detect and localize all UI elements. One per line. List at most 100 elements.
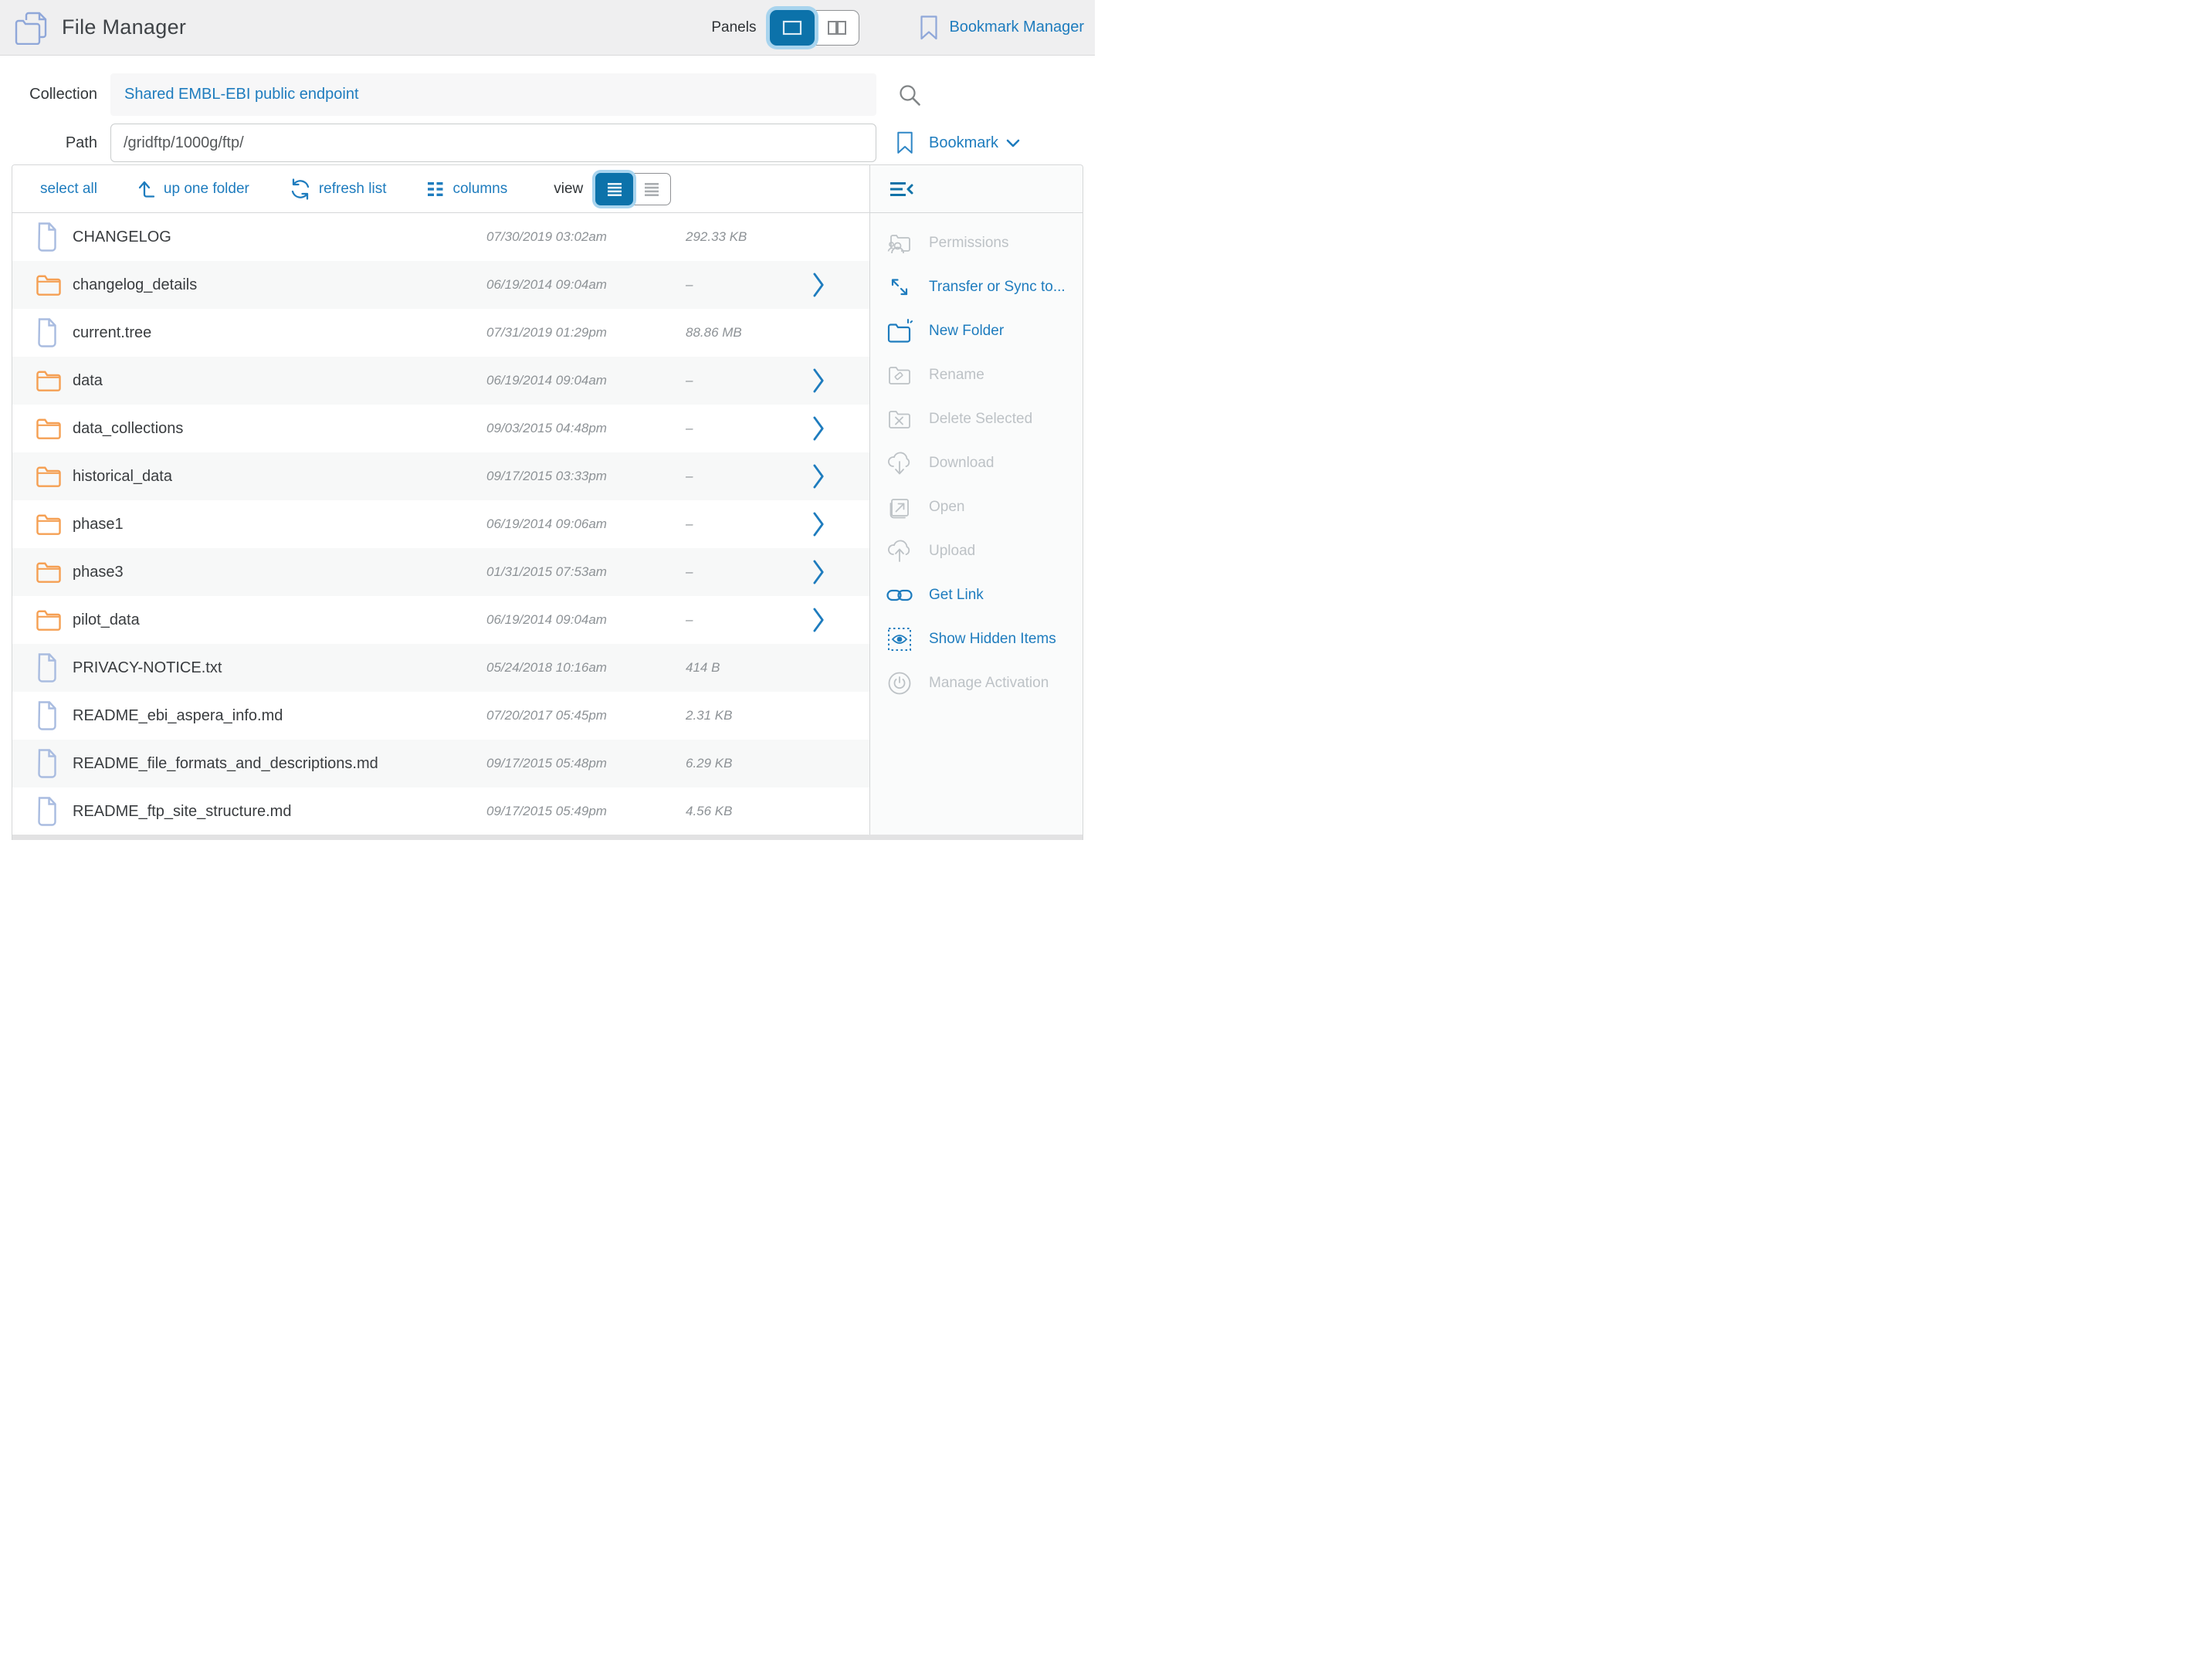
file-size: – [686,612,813,628]
select-all-button[interactable]: select all [40,181,97,198]
path-input[interactable]: /gridftp/1000g/ftp/ [110,124,876,162]
collection-field[interactable]: Shared EMBL-EBI public endpoint [110,73,876,116]
sidebar-item-open: Open [870,485,1083,529]
table-row[interactable]: pilot_data 06/19/2014 09:04am – [12,596,869,644]
up-one-folder-label: up one folder [164,181,249,198]
collection-label: Collection [0,86,97,103]
bookmark-manager-link[interactable]: Bookmark Manager [920,15,1084,40]
file-icon [36,797,73,826]
dual-panel-button[interactable] [815,10,859,46]
table-row[interactable]: README_ebi_aspera_info.md 07/20/2017 05:… [12,692,869,740]
chevron-right-icon[interactable] [813,272,845,298]
search-icon[interactable] [898,83,921,107]
list-view-button[interactable] [595,173,633,205]
chevron-right-icon[interactable] [813,368,845,394]
bookmark-manager-label: Bookmark Manager [949,19,1084,36]
file-size: 292.33 KB [686,229,813,245]
link-icon [886,586,913,605]
file-name: data [73,372,486,390]
file-modified-date: 06/19/2014 09:04am [486,277,686,293]
sidebar-item-show-hidden-items[interactable]: Show Hidden Items [870,617,1083,661]
file-modified-date: 07/20/2017 05:45pm [486,708,686,723]
sidebar-item-label: Permissions [929,235,1008,252]
file-name: PRIVACY-NOTICE.txt [73,659,486,677]
file-name: README_ftp_site_structure.md [73,803,486,821]
condensed-view-button[interactable] [633,173,671,205]
file-icon [36,653,73,682]
file-manager-icon [14,11,49,45]
folder-icon [36,561,73,584]
sidebar-item-label: Upload [929,543,975,560]
actions-sidebar: Permissions Transfer or Sync to... New F… [869,165,1083,840]
view-toggle [595,173,671,205]
bookmark-dropdown[interactable]: Bookmark [896,131,1020,154]
file-modified-date: 09/17/2015 05:48pm [486,756,686,771]
table-row[interactable]: data 06/19/2014 09:04am – [12,357,869,405]
open-icon [886,495,913,520]
file-size: – [686,373,813,388]
sidebar-header [870,165,1083,213]
file-name: pilot_data [73,611,486,629]
table-row[interactable]: data_collections 09/03/2015 04:48pm – [12,405,869,452]
file-size: 2.31 KB [686,708,813,723]
refresh-list-button[interactable]: refresh list [290,178,387,200]
panels-toggle [770,10,859,46]
file-modified-date: 07/30/2019 03:02am [486,229,686,245]
path-label: Path [0,134,97,152]
table-row[interactable]: current.tree 07/31/2019 01:29pm 88.86 MB [12,309,869,357]
folder-icon [36,417,73,440]
path-value: /gridftp/1000g/ftp/ [124,134,244,152]
up-arrow-icon [137,180,156,198]
sidebar-item-download: Download [870,441,1083,485]
file-name: phase3 [73,564,486,581]
sidebar-item-new-folder[interactable]: New Folder [870,309,1083,353]
bookmark-icon [920,15,938,40]
collection-value: Shared EMBL-EBI public endpoint [124,86,359,103]
file-modified-date: 06/19/2014 09:06am [486,517,686,532]
file-size: – [686,517,813,532]
file-modified-date: 07/31/2019 01:29pm [486,325,686,340]
table-row[interactable]: README_file_formats_and_descriptions.md … [12,740,869,788]
chevron-right-icon[interactable] [813,607,845,633]
sidebar-item-rename: Rename [870,353,1083,397]
eye-icon [886,627,913,652]
table-row[interactable]: PRIVACY-NOTICE.txt 05/24/2018 10:16am 41… [12,644,869,692]
folder-icon [36,608,73,632]
view-label: view [554,181,583,198]
chevron-right-icon[interactable] [813,463,845,489]
bookmark-label: Bookmark [929,134,998,152]
file-icon [36,749,73,778]
new-folder-icon [886,319,913,344]
chevron-right-icon[interactable] [813,415,845,442]
table-row[interactable]: CHANGELOG 07/30/2019 03:02am 292.33 KB [12,213,869,261]
chevron-right-icon[interactable] [813,559,845,585]
sidebar-item-get-link[interactable]: Get Link [870,573,1083,617]
file-size: 88.86 MB [686,325,813,340]
file-size: – [686,564,813,580]
list-toolbar: select all up one folder refresh list co… [12,165,869,213]
table-row[interactable]: phase1 06/19/2014 09:06am – [12,500,869,548]
chevron-right-icon[interactable] [813,511,845,537]
table-row[interactable]: README_ftp_site_structure.md 09/17/2015 … [12,788,869,835]
table-row[interactable]: phase3 01/31/2015 07:53am – [12,548,869,596]
collapse-sidebar-icon[interactable] [889,180,915,198]
panels-label: Panels [711,19,756,36]
columns-icon [426,180,445,198]
file-name: CHANGELOG [73,229,486,246]
file-size: 414 B [686,660,813,676]
file-name: changelog_details [73,276,486,294]
panel-bottom-scrollbar[interactable] [12,835,1083,840]
table-row[interactable]: changelog_details 06/19/2014 09:04am – [12,261,869,309]
delete-icon [886,407,913,432]
columns-button[interactable]: columns [426,180,507,198]
up-one-folder-button[interactable]: up one folder [137,180,249,198]
sidebar-item-transfer-or-sync[interactable]: Transfer or Sync to... [870,265,1083,309]
page-title: File Manager [62,15,186,39]
single-panel-button[interactable] [770,10,815,46]
sidebar-item-label: Delete Selected [929,411,1032,428]
file-name: README_ebi_aspera_info.md [73,707,486,725]
table-row[interactable]: historical_data 09/17/2015 03:33pm – [12,452,869,500]
file-size: – [686,469,813,484]
file-modified-date: 06/19/2014 09:04am [486,612,686,628]
file-modified-date: 09/17/2015 05:49pm [486,804,686,819]
